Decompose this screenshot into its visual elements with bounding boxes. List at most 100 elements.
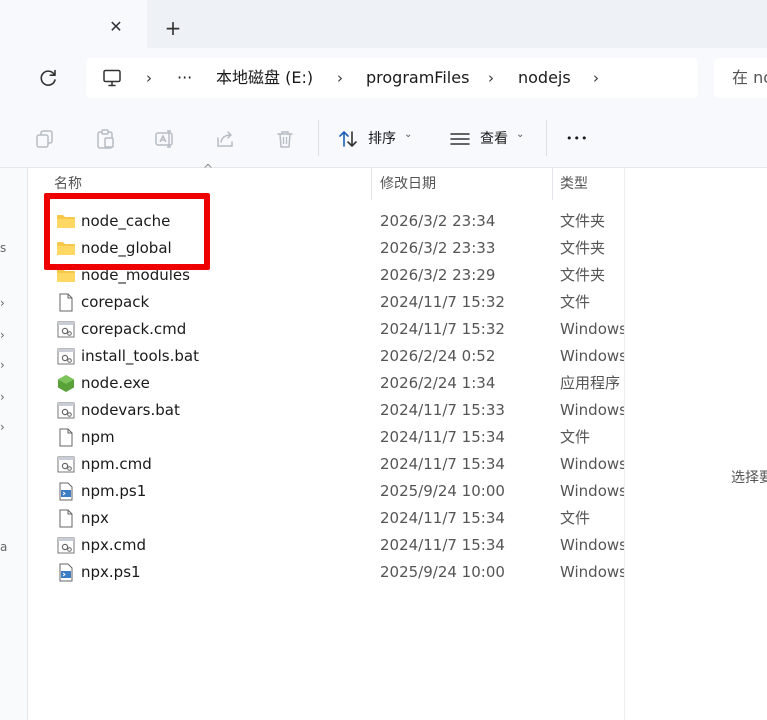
sort-chevron-down-icon[interactable]: ⌄ (404, 125, 412, 145)
file-name[interactable]: nodevars.bat (81, 400, 180, 420)
file-row[interactable]: corepack.cmd 2024/11/7 15:32 Windows (29, 316, 624, 343)
tab-strip: ✕ + (0, 0, 767, 48)
file-modified-date: 2026/2/24 0:52 (380, 347, 496, 365)
file-name[interactable]: node.exe (81, 373, 150, 393)
file-row[interactable]: npx 2024/11/7 15:34 文件 (29, 505, 624, 532)
file-name[interactable]: npm (81, 427, 115, 447)
search-placeholder: 在 no (732, 68, 767, 87)
computer-icon[interactable] (102, 68, 122, 88)
highlight-annotation-box (44, 193, 210, 270)
file-type: 应用程序 (560, 374, 621, 392)
file-type: 文件 (560, 428, 591, 446)
powershell-file-icon (56, 482, 76, 501)
column-divider[interactable] (552, 168, 553, 200)
file-row[interactable]: node.exe 2026/2/24 1:34 应用程序 (29, 370, 624, 397)
file-name[interactable]: corepack (81, 292, 149, 312)
file-modified-date: 2025/9/24 10:00 (380, 482, 505, 500)
nav-expand-chevron-icon[interactable]: › (0, 390, 5, 404)
file-type: 文件夹 (560, 266, 606, 284)
copy-icon[interactable] (34, 128, 56, 150)
file-modified-date: 2024/11/7 15:34 (380, 509, 505, 527)
file-modified-date: 2024/11/7 15:34 (380, 536, 505, 554)
rename-icon[interactable] (154, 128, 176, 150)
view-button[interactable]: 查看 (480, 129, 508, 149)
file-type: 文件 (560, 293, 591, 311)
nav-item-partial[interactable]: s (0, 241, 6, 255)
delete-icon[interactable] (274, 128, 296, 150)
sort-icon[interactable] (337, 128, 359, 150)
command-bar: 排序 ⌄ 查看 ⌄ ••• (0, 110, 767, 168)
breadcrumb-drive[interactable]: 本地磁盘 (E:) (216, 68, 313, 88)
batch-file-icon (56, 401, 76, 420)
more-options-button[interactable]: ••• (566, 129, 588, 149)
file-type: Windows (560, 482, 624, 500)
file-modified-date: 2024/11/7 15:32 (380, 293, 505, 311)
breadcrumb-separator[interactable]: › (146, 68, 152, 88)
details-hint: 选择要 (731, 470, 767, 486)
nav-item-partial[interactable]: a (0, 540, 7, 554)
breadcrumb-nodejs[interactable]: nodejs (518, 68, 571, 88)
file-name[interactable]: npm.ps1 (81, 481, 146, 501)
file-name[interactable]: npx.ps1 (81, 562, 141, 582)
file-row[interactable]: npm 2024/11/7 15:34 文件 (29, 424, 624, 451)
paste-icon[interactable] (94, 128, 116, 150)
close-tab-icon[interactable]: ✕ (106, 17, 126, 37)
batch-file-icon (56, 320, 76, 339)
file-icon (56, 293, 76, 312)
batch-file-icon (56, 536, 76, 555)
search-input[interactable]: 在 no (714, 58, 767, 98)
address-bar[interactable]: › ··· 本地磁盘 (E:) › programFiles › nodejs … (86, 58, 698, 98)
refresh-icon[interactable] (36, 66, 60, 90)
file-type: 文件 (560, 509, 591, 527)
file-row[interactable]: install_tools.bat 2026/2/24 0:52 Windows (29, 343, 624, 370)
file-type: 文件夹 (560, 239, 606, 257)
file-row[interactable]: npx.ps1 2025/9/24 10:00 Windows (29, 559, 624, 586)
file-row[interactable]: corepack 2024/11/7 15:32 文件 (29, 289, 624, 316)
file-modified-date: 2026/3/2 23:34 (380, 212, 496, 230)
view-icon[interactable] (449, 128, 471, 150)
file-type: 文件夹 (560, 212, 606, 230)
file-modified-date: 2026/2/24 1:34 (380, 374, 496, 392)
nav-expand-chevron-icon[interactable]: › (0, 420, 5, 434)
file-type: Windows (560, 347, 624, 365)
sort-button[interactable]: 排序 (368, 129, 396, 149)
file-icon (56, 509, 76, 528)
breadcrumb-separator[interactable]: › (337, 68, 343, 88)
file-icon (56, 428, 76, 447)
file-name[interactable]: npx.cmd (81, 535, 146, 555)
file-type: Windows (560, 455, 624, 473)
file-row[interactable]: npm.ps1 2025/9/24 10:00 Windows (29, 478, 624, 505)
file-type: Windows (560, 320, 624, 338)
nav-expand-chevron-icon[interactable]: › (0, 358, 5, 372)
nav-expand-chevron-icon[interactable]: › (0, 328, 5, 342)
batch-file-icon (56, 347, 76, 366)
breadcrumb-separator[interactable]: › (488, 68, 494, 88)
file-name[interactable]: install_tools.bat (81, 346, 199, 366)
file-name[interactable]: corepack.cmd (81, 319, 186, 339)
tab-current[interactable]: ✕ (0, 0, 147, 48)
file-type: Windows (560, 563, 624, 581)
details-pane: 选择要 (624, 168, 767, 720)
breadcrumb-programfiles[interactable]: programFiles (366, 68, 469, 88)
file-type: Windows (560, 401, 624, 419)
nav-expand-chevron-icon[interactable]: › (0, 296, 5, 310)
sort-ascending-caret-icon: ^ (203, 162, 214, 176)
new-tab-button[interactable]: + (162, 17, 184, 39)
file-name[interactable]: npm.cmd (81, 454, 152, 474)
file-modified-date: 2026/3/2 23:29 (380, 266, 496, 284)
column-divider[interactable] (371, 168, 372, 200)
column-header-date[interactable]: 修改日期 (380, 168, 436, 200)
file-row[interactable]: npx.cmd 2024/11/7 15:34 Windows (29, 532, 624, 559)
navigation-pane[interactable]: s › › › › › a (0, 168, 28, 720)
breadcrumb-overflow[interactable]: ··· (177, 68, 192, 88)
share-icon[interactable] (214, 128, 236, 150)
file-type: Windows (560, 536, 624, 554)
view-chevron-down-icon[interactable]: ⌄ (516, 125, 524, 145)
breadcrumb-separator[interactable]: › (593, 68, 599, 88)
node-exe-icon (56, 374, 76, 393)
batch-file-icon (56, 455, 76, 474)
file-name[interactable]: npx (81, 508, 109, 528)
column-header-type[interactable]: 类型 (560, 168, 588, 200)
file-row[interactable]: nodevars.bat 2024/11/7 15:33 Windows (29, 397, 624, 424)
file-row[interactable]: npm.cmd 2024/11/7 15:34 Windows (29, 451, 624, 478)
